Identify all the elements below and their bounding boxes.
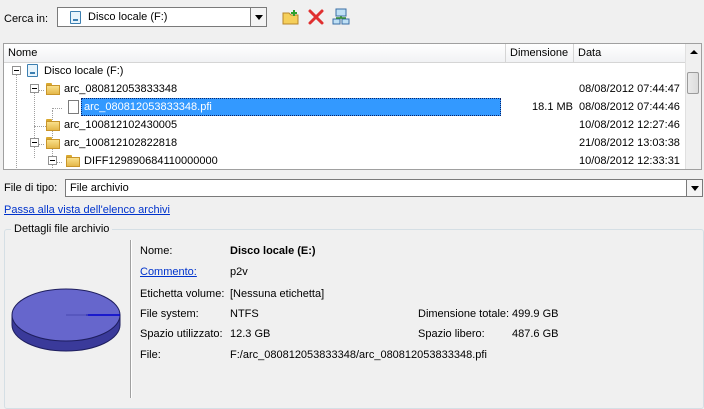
- details-group-title: Dettagli file archivio: [11, 223, 113, 235]
- disk-usage-icon: [11, 288, 121, 352]
- file-icon: [68, 100, 79, 114]
- drive-icon: [70, 11, 81, 24]
- free-space-label: Spazio libero:: [418, 328, 485, 340]
- total-size-value: 499.9 GB: [512, 308, 559, 320]
- file-type-label: File di tipo:: [4, 182, 58, 194]
- item-name: arc_080812053833348: [64, 83, 178, 95]
- delete-icon: [308, 9, 324, 25]
- item-name: arc_080812053833348.pfi: [84, 101, 212, 113]
- list-item[interactable]: arc_080812053833348 08/08/2012 07:44:47: [4, 80, 687, 98]
- folder-icon: [46, 119, 60, 131]
- folder-icon: [46, 137, 60, 149]
- collapse-icon[interactable]: [30, 138, 39, 147]
- used-space-value: 12.3 GB: [230, 328, 271, 340]
- list-item[interactable]: DIFF129890684110000000 10/08/2012 12:33:…: [4, 152, 687, 169]
- item-date: 10/08/2012 12:33:31: [579, 155, 680, 167]
- item-name: arc_100812102822818: [64, 137, 178, 149]
- free-space-value: 487.6 GB: [512, 328, 559, 340]
- folder-icon: [46, 83, 60, 95]
- look-in-value: Disco locale (F:): [88, 11, 168, 23]
- item-name: DIFF129890684110000000: [84, 155, 218, 167]
- file-system-label: File system:: [140, 308, 199, 320]
- switch-view-link[interactable]: Passa alla vista dell'elenco archivi: [4, 204, 170, 216]
- item-date: 08/08/2012 07:44:47: [579, 83, 680, 95]
- comment-link[interactable]: Commento:: [140, 266, 197, 278]
- network-icon: [332, 8, 350, 25]
- total-size-label: Dimensione totale:: [418, 308, 510, 320]
- item-name: Disco locale (F:): [44, 65, 124, 77]
- volume-label-value: [Nessuna etichetta]: [230, 288, 325, 300]
- file-type-combobox[interactable]: File archivio: [65, 179, 703, 197]
- item-name: arc_100812102430005: [64, 119, 178, 131]
- file-path-label: File:: [140, 349, 161, 361]
- used-space-label: Spazio utilizzato:: [140, 328, 223, 340]
- comment-value: p2v: [230, 266, 248, 278]
- name-label: Nome:: [140, 245, 173, 257]
- delete-button[interactable]: [307, 8, 325, 26]
- item-date: 10/08/2012 12:27:46: [579, 119, 680, 131]
- list-item[interactable]: arc_100812102822818 21/08/2012 13:03:38: [4, 134, 687, 152]
- list-item[interactable]: arc_100812102430005 10/08/2012 12:27:46: [4, 116, 687, 134]
- file-system-value: NTFS: [230, 308, 259, 320]
- item-date: 08/08/2012 07:44:46: [579, 101, 680, 113]
- vertical-scrollbar[interactable]: [685, 44, 701, 169]
- column-header-size[interactable]: Dimensione: [506, 44, 574, 62]
- collapse-icon[interactable]: [48, 156, 57, 165]
- item-date: 21/08/2012 13:03:38: [579, 137, 680, 149]
- file-type-value: File archivio: [70, 182, 129, 194]
- volume-label-label: Etichetta volume:: [140, 288, 225, 300]
- look-in-label: Cerca in:: [4, 13, 49, 25]
- name-value: Disco locale (E:): [230, 245, 316, 257]
- column-header-date[interactable]: Data: [574, 44, 687, 62]
- list-header: Nome Dimensione Data: [4, 44, 687, 63]
- scroll-up-icon[interactable]: [686, 44, 701, 60]
- new-folder-button[interactable]: [282, 8, 300, 26]
- collapse-icon[interactable]: [30, 84, 39, 93]
- details-separator: [130, 240, 132, 398]
- new-folder-icon: [282, 10, 299, 25]
- scroll-thumb[interactable]: [687, 72, 699, 94]
- item-size: 18.1 MB: [532, 101, 573, 113]
- file-path-value: F:/arc_080812053833348/arc_0808120538333…: [230, 349, 487, 361]
- list-item[interactable]: Disco locale (F:): [4, 62, 687, 80]
- folder-icon: [66, 155, 80, 167]
- file-list[interactable]: Nome Dimensione Data Disco locale (F:) a…: [3, 43, 702, 170]
- look-in-combobox[interactable]: Disco locale (F:): [57, 7, 267, 27]
- chevron-down-icon[interactable]: [250, 8, 266, 26]
- chevron-down-icon[interactable]: [686, 180, 702, 196]
- network-button[interactable]: [332, 8, 350, 26]
- list-item[interactable]: arc_080812053833348.pfi 18.1 MB 08/08/20…: [4, 98, 687, 116]
- collapse-icon[interactable]: [12, 66, 21, 75]
- drive-icon: [27, 64, 38, 77]
- column-header-name[interactable]: Nome: [4, 44, 506, 62]
